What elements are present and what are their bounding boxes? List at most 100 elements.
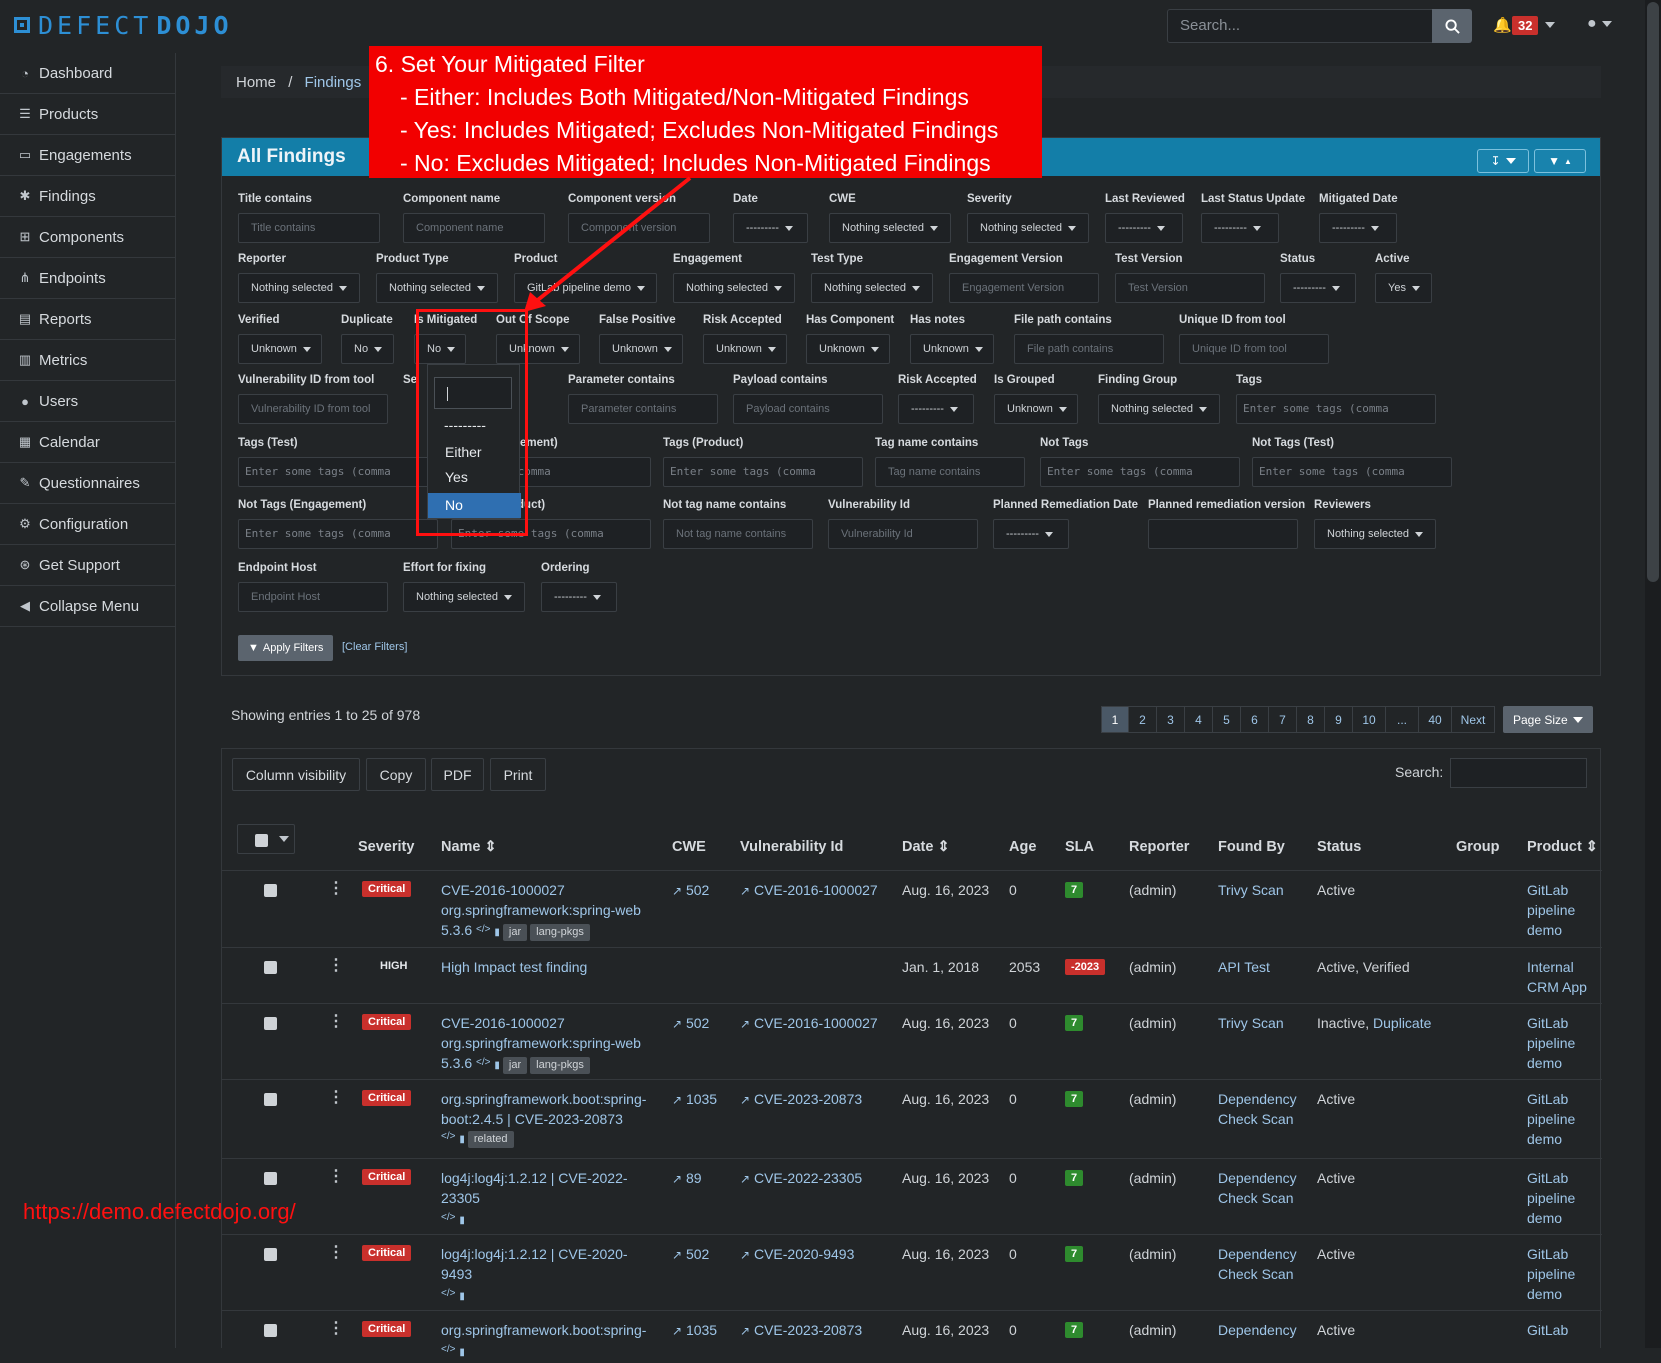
finding-tag[interactable]: related [467, 1131, 514, 1148]
pagination-page[interactable]: 9 [1325, 706, 1353, 733]
severity-select[interactable]: Nothing selected [967, 213, 1089, 243]
row-checkbox[interactable] [264, 1248, 277, 1261]
planned-remediation-version-input[interactable] [1148, 519, 1298, 549]
cwe-link[interactable]: ↗ 502 [672, 1244, 709, 1265]
finding-tag[interactable]: lang-pkgs [530, 924, 590, 941]
pagination-page[interactable]: 3 [1157, 706, 1185, 733]
vulnerability-id-input[interactable]: Vulnerability Id [828, 519, 978, 549]
sidebar-item-collapse-menu[interactable]: ◀ Collapse Menu [0, 586, 175, 627]
not-tags-input[interactable]: Enter some tags (comma [1040, 457, 1240, 487]
header-product[interactable]: Product ⇕ [1527, 839, 1598, 855]
clear-filters-link[interactable]: [Clear Filters] [342, 641, 407, 653]
row-actions-icon[interactable]: ⋮ [328, 955, 344, 975]
finding-tag[interactable]: jar [502, 924, 528, 941]
row-actions-icon[interactable]: ⋮ [328, 1011, 344, 1031]
vulnerability-id-link[interactable]: ↗ CVE-2023-20873 [740, 1089, 862, 1110]
not-tags-engagement-input[interactable]: Enter some tags (comma [238, 519, 438, 549]
sidebar-item-questionnaires[interactable]: ✎ Questionnaires [0, 463, 175, 504]
filter-toggle-button[interactable]: ▼ ▲ [1534, 149, 1586, 173]
sidebar-item-findings[interactable]: ✱ Findings [0, 176, 175, 217]
row-actions-icon[interactable]: ⋮ [328, 1242, 344, 1262]
cwe-link[interactable]: ↗ 1035 [672, 1089, 717, 1110]
product-link[interactable]: Internal CRM App [1527, 957, 1587, 997]
row-checkbox[interactable] [264, 884, 277, 897]
row-actions-icon[interactable]: ⋮ [328, 878, 344, 898]
date-select[interactable]: --------- [733, 213, 808, 243]
vulnerability-id-link[interactable]: ↗ CVE-2016-1000027 [740, 1013, 878, 1034]
header-reporter[interactable]: Reporter [1129, 839, 1189, 855]
planned-remediation-date-select[interactable]: --------- [993, 519, 1069, 549]
product-link[interactable]: GitLab [1527, 1320, 1568, 1340]
finding-group-select[interactable]: Nothing selected [1098, 394, 1220, 424]
cwe-link[interactable]: ↗ 89 [672, 1168, 702, 1189]
pagination-page[interactable]: 10 [1353, 706, 1386, 733]
product-type-select[interactable]: Nothing selected [376, 273, 498, 303]
header-age[interactable]: Age [1009, 839, 1036, 855]
finding-name-link[interactable]: log4j:log4j:1.2.12 | CVE-2020- 9493 [441, 1244, 656, 1284]
pagination-page[interactable]: 5 [1213, 706, 1241, 733]
pagination-page[interactable]: 40 [1419, 706, 1452, 733]
sidebar-item-components[interactable]: ⊞ Components [0, 217, 175, 258]
product-select[interactable]: GitLab pipeline demo [514, 273, 657, 303]
bell-icon[interactable]: 🔔 [1493, 16, 1512, 34]
has-component-select[interactable]: Unknown [806, 334, 890, 364]
table-search-input[interactable] [1450, 758, 1587, 788]
page-scrollbar[interactable] [1645, 0, 1661, 1348]
not-tags-test-input[interactable]: Enter some tags (comma [1252, 457, 1452, 487]
sidebar-item-metrics[interactable]: ▥ Metrics [0, 340, 175, 381]
reporter-select[interactable]: Nothing selected [238, 273, 360, 303]
component-version-input[interactable]: Component version [568, 213, 710, 243]
test-type-select[interactable]: Nothing selected [811, 273, 933, 303]
ordering-select[interactable]: --------- [541, 582, 617, 612]
product-link[interactable]: GitLab pipeline demo [1527, 1089, 1575, 1149]
vuln-id-tool-input[interactable]: Vulnerability ID from tool [238, 394, 388, 424]
page-size-button[interactable]: Page Size [1503, 706, 1593, 733]
row-checkbox[interactable] [264, 1093, 277, 1106]
header-cwe[interactable]: CWE [672, 839, 706, 855]
header-date[interactable]: Date ⇕ [902, 839, 950, 855]
cwe-link[interactable]: ↗ 502 [672, 1013, 709, 1034]
last-reviewed-select[interactable]: --------- [1105, 213, 1183, 243]
user-menu-icon[interactable]: ● [1587, 15, 1612, 33]
not-tag-name-input[interactable]: Not tag name contains [663, 519, 813, 549]
breadcrumb-findings-link[interactable]: Findings [305, 74, 362, 91]
risk-accepted2-select[interactable]: --------- [898, 394, 974, 424]
cwe-link[interactable]: ↗ 1035 [672, 1320, 717, 1341]
apply-filters-button[interactable]: ▼ Apply Filters [238, 635, 334, 661]
pagination-page[interactable]: 7 [1269, 706, 1297, 733]
column-visibility-button[interactable]: Column visibility [232, 758, 360, 791]
found-by-link[interactable]: Dependency Check Scan [1218, 1244, 1297, 1284]
cwe-link[interactable]: ↗ 502 [672, 880, 709, 901]
row-checkbox[interactable] [264, 1017, 277, 1030]
product-link[interactable]: GitLab pipeline demo [1527, 1244, 1575, 1304]
defectdojo-logo[interactable]: DEFECT DOJO [14, 11, 233, 40]
endpoint-host-input[interactable]: Endpoint Host [238, 582, 388, 612]
active-select[interactable]: Yes [1375, 273, 1432, 303]
duplicate-select[interactable]: No [341, 334, 394, 364]
pagination-page[interactable]: 4 [1185, 706, 1213, 733]
title-contains-input[interactable]: Title contains [238, 213, 380, 243]
finding-tag[interactable]: jar [502, 1057, 528, 1074]
vulnerability-id-link[interactable]: ↗ CVE-2023-20873 [740, 1320, 862, 1341]
pagination-page[interactable]: 6 [1241, 706, 1269, 733]
found-by-link[interactable]: API Test [1218, 957, 1270, 977]
cwe-select[interactable]: Nothing selected [829, 213, 951, 243]
sidebar-item-products[interactable]: ☰ Products [0, 94, 175, 135]
sidebar-item-endpoints[interactable]: ⋔ Endpoints [0, 258, 175, 299]
mitigated-date-select[interactable]: --------- [1319, 213, 1397, 243]
is-grouped-select[interactable]: Unknown [994, 394, 1078, 424]
tag-name-input[interactable]: Tag name contains [875, 457, 1025, 487]
select-all-dropdown[interactable] [237, 824, 295, 854]
tags-test-input[interactable]: Enter some tags (comma [238, 457, 438, 487]
search-button[interactable] [1432, 9, 1472, 43]
sidebar-item-get-support[interactable]: ⊛ Get Support [0, 545, 175, 586]
risk-accepted-select[interactable]: Unknown [703, 334, 787, 364]
pagination-page[interactable]: 1 [1101, 706, 1129, 733]
pdf-button[interactable]: PDF [431, 758, 484, 791]
row-checkbox[interactable] [264, 1324, 277, 1337]
header-vulnerability-id[interactable]: Vulnerability Id [740, 839, 843, 855]
sidebar-item-calendar[interactable]: ▦ Calendar [0, 422, 175, 463]
finding-name-link[interactable]: CVE-2016-1000027 org.springframework:spri… [441, 1013, 656, 1053]
product-link[interactable]: GitLab pipeline demo [1527, 880, 1575, 940]
has-notes-select[interactable]: Unknown [910, 334, 994, 364]
